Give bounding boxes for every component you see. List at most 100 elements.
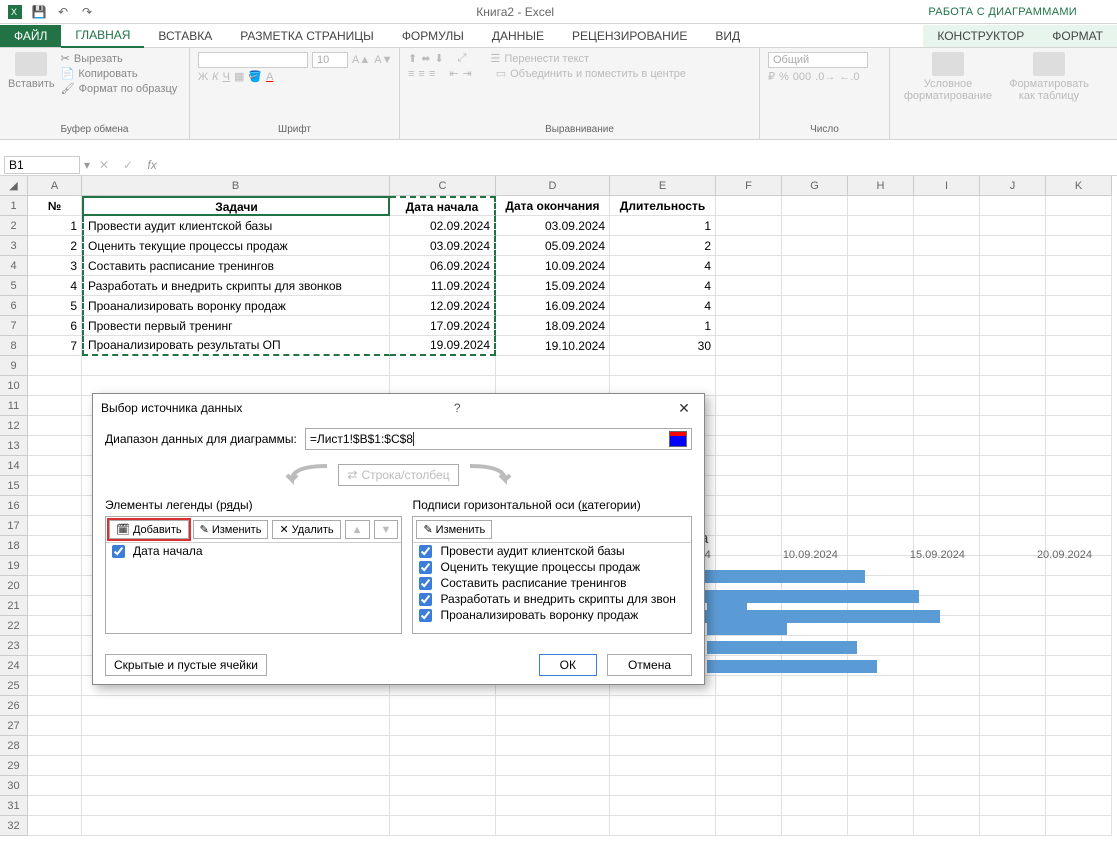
merge-center-button[interactable]: Объединить и поместить в центре	[510, 68, 686, 80]
row-header[interactable]: 7	[0, 316, 28, 336]
select-all-corner[interactable]: ◢	[0, 176, 28, 196]
cell[interactable]	[914, 316, 980, 336]
cell[interactable]	[28, 816, 82, 836]
cell[interactable]	[980, 476, 1046, 496]
cell[interactable]	[782, 476, 848, 496]
category-checkbox[interactable]	[419, 545, 432, 558]
cell[interactable]	[716, 316, 782, 336]
cell[interactable]	[980, 256, 1046, 276]
row-header[interactable]: 25	[0, 676, 28, 696]
cell[interactable]	[390, 756, 496, 776]
cell[interactable]	[28, 696, 82, 716]
row-header[interactable]: 13	[0, 436, 28, 456]
font-size-select[interactable]	[312, 52, 348, 68]
cell[interactable]	[848, 456, 914, 476]
cell[interactable]	[848, 676, 914, 696]
cell[interactable]	[914, 496, 980, 516]
cell[interactable]: Проанализировать результаты ОП	[82, 336, 390, 356]
cell[interactable]	[610, 756, 716, 776]
category-item[interactable]: Провести аудит клиентской базы	[413, 543, 691, 559]
cell[interactable]	[716, 436, 782, 456]
format-painter-button[interactable]: 🖌Формат по образцу	[61, 82, 178, 95]
edit-axis-button[interactable]: ✎Изменить	[416, 520, 492, 539]
cell[interactable]	[716, 336, 782, 356]
cell[interactable]	[848, 436, 914, 456]
cell[interactable]	[390, 356, 496, 376]
cell[interactable]	[980, 196, 1046, 216]
cell[interactable]	[848, 216, 914, 236]
col-header-f[interactable]: F	[716, 176, 782, 196]
category-item[interactable]: Оценить текущие процессы продаж	[413, 559, 691, 575]
cell[interactable]: №	[28, 196, 82, 216]
cell[interactable]	[980, 416, 1046, 436]
cell[interactable]	[980, 736, 1046, 756]
chart-bar[interactable]	[707, 660, 877, 673]
cell[interactable]	[28, 536, 82, 556]
cell[interactable]	[914, 636, 980, 656]
tab-insert[interactable]: ВСТАВКА	[144, 25, 226, 47]
cell[interactable]	[28, 356, 82, 376]
cell[interactable]	[848, 496, 914, 516]
cell[interactable]	[914, 216, 980, 236]
cell-active[interactable]: Задачи	[82, 196, 390, 216]
row-header[interactable]: 31	[0, 796, 28, 816]
name-box-dropdown-icon[interactable]: ▾	[84, 158, 90, 172]
cell[interactable]	[782, 216, 848, 236]
cell[interactable]	[980, 456, 1046, 476]
category-checkbox[interactable]	[419, 561, 432, 574]
cell[interactable]	[914, 816, 980, 836]
cell[interactable]	[496, 776, 610, 796]
underline-button[interactable]: Ч	[223, 71, 230, 83]
cell[interactable]	[82, 716, 390, 736]
cell[interactable]	[390, 776, 496, 796]
cell[interactable]: 1	[610, 216, 716, 236]
cell[interactable]	[980, 356, 1046, 376]
cell[interactable]: 1	[28, 216, 82, 236]
cancel-button[interactable]: Отмена	[607, 654, 692, 676]
chart-bar[interactable]	[707, 641, 857, 654]
cell[interactable]	[390, 696, 496, 716]
cell[interactable]: 03.09.2024	[390, 236, 496, 256]
cell[interactable]	[1046, 816, 1112, 836]
cell[interactable]	[1046, 316, 1112, 336]
cell[interactable]	[496, 796, 610, 816]
cell[interactable]	[914, 716, 980, 736]
category-item[interactable]: Проанализировать воронку продаж	[413, 607, 691, 623]
cell[interactable]	[716, 816, 782, 836]
cell[interactable]	[914, 236, 980, 256]
cell[interactable]	[28, 516, 82, 536]
cell[interactable]	[980, 396, 1046, 416]
cell[interactable]: 06.09.2024	[390, 256, 496, 276]
row-header[interactable]: 3	[0, 236, 28, 256]
align-middle-icon[interactable]: ⬌	[421, 52, 430, 65]
cell[interactable]: Составить расписание тренингов	[82, 256, 390, 276]
cell[interactable]	[1046, 276, 1112, 296]
percent-icon[interactable]: %	[779, 71, 789, 83]
cell[interactable]	[716, 456, 782, 476]
cell[interactable]	[848, 396, 914, 416]
cell[interactable]	[1046, 196, 1112, 216]
row-header[interactable]: 18	[0, 536, 28, 556]
cell[interactable]	[716, 776, 782, 796]
cell[interactable]	[28, 656, 82, 676]
cell[interactable]: 11.09.2024	[390, 276, 496, 296]
category-checkbox[interactable]	[419, 609, 432, 622]
cell[interactable]: 05.09.2024	[496, 236, 610, 256]
cell[interactable]	[1046, 656, 1112, 676]
cell[interactable]	[914, 656, 980, 676]
cell[interactable]	[28, 596, 82, 616]
cell[interactable]	[848, 336, 914, 356]
cell[interactable]	[914, 296, 980, 316]
shrink-font-icon[interactable]: A▼	[374, 54, 392, 66]
chart-bar[interactable]	[707, 622, 787, 635]
grow-font-icon[interactable]: A▲	[352, 54, 370, 66]
edit-series-button[interactable]: ✎Изменить	[193, 520, 269, 539]
row-header[interactable]: 12	[0, 416, 28, 436]
cell[interactable]	[980, 336, 1046, 356]
cell[interactable]	[914, 696, 980, 716]
cell[interactable]	[848, 816, 914, 836]
cell[interactable]	[610, 816, 716, 836]
cell[interactable]	[82, 796, 390, 816]
cell[interactable]	[1046, 456, 1112, 476]
cell[interactable]: 02.09.2024	[390, 216, 496, 236]
